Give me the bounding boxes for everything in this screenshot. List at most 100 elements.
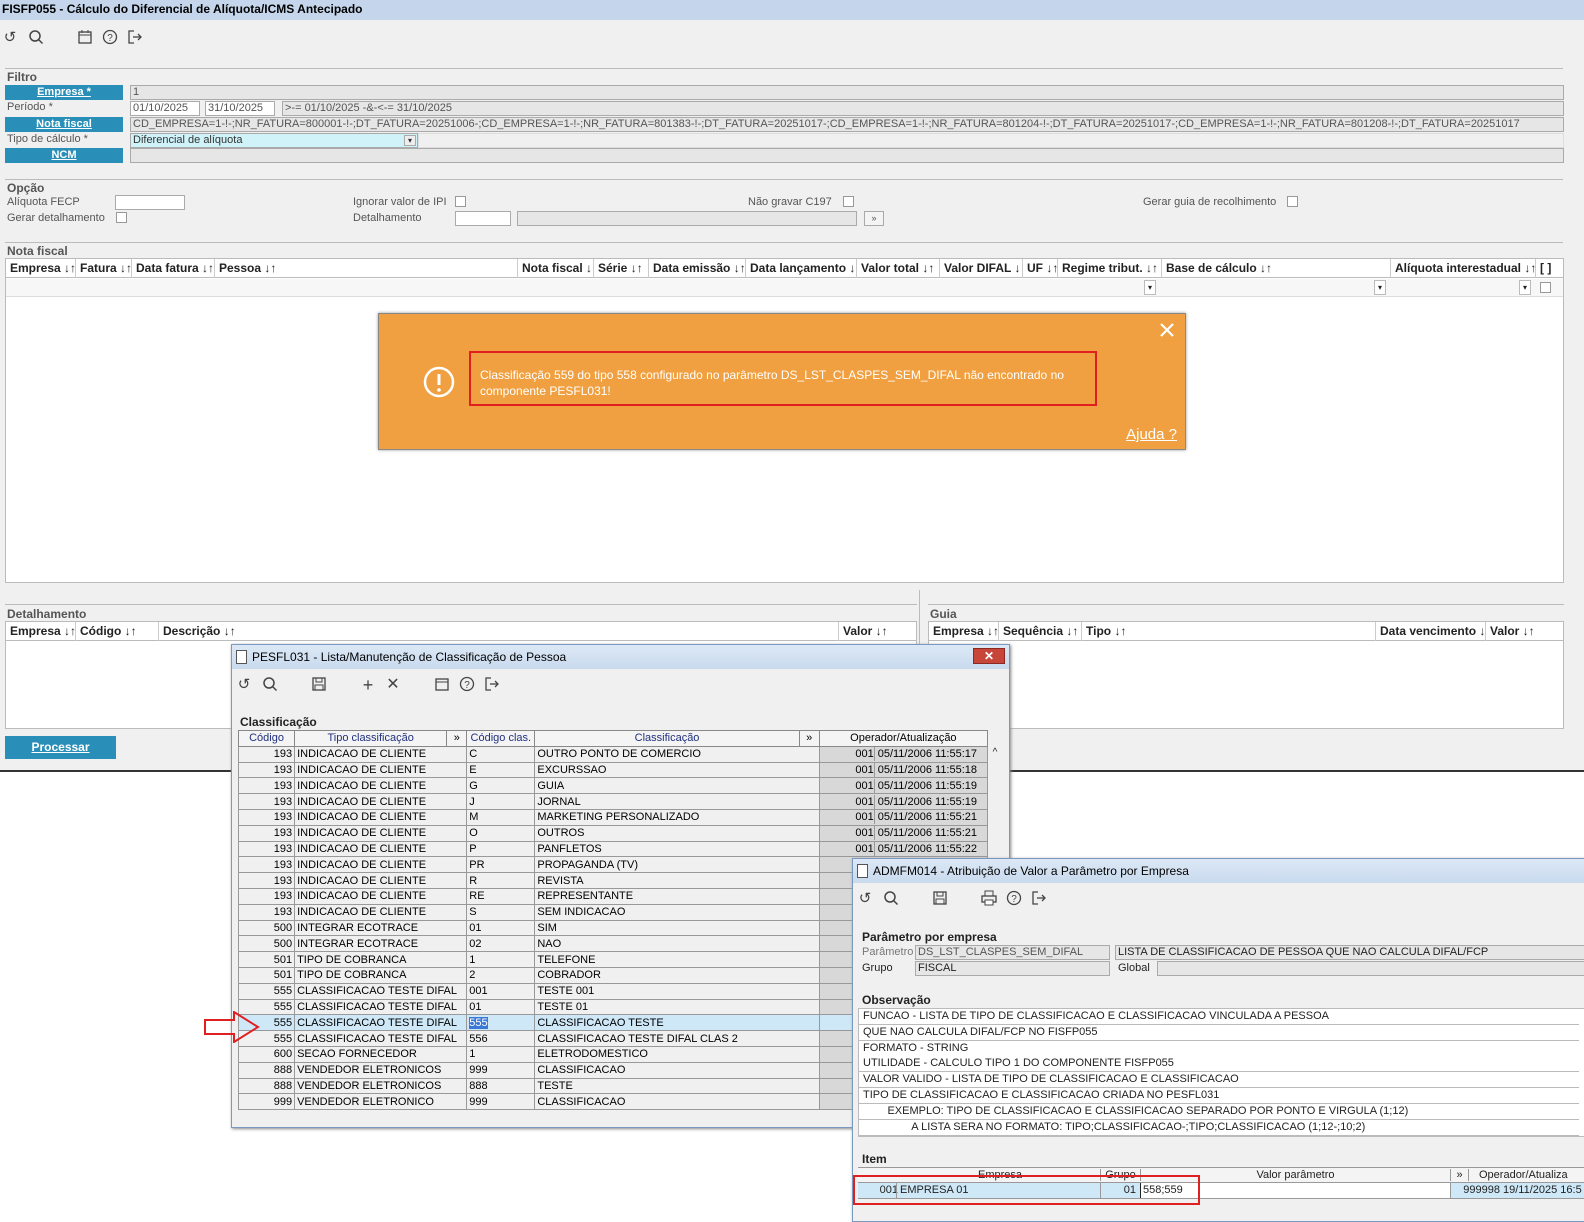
help-icon[interactable]: ? xyxy=(1005,890,1023,908)
col-codigo[interactable]: Código ↓↑ xyxy=(76,622,159,641)
close-button[interactable]: ✕ xyxy=(973,648,1005,664)
refresh-icon[interactable]: ↺ xyxy=(1,29,19,47)
processar-button[interactable]: Processar xyxy=(5,736,116,759)
chevron-down-icon[interactable]: ▾ xyxy=(1144,280,1156,295)
col-codigo[interactable]: Código xyxy=(237,730,296,747)
col-operador[interactable]: Operador/Atualiza xyxy=(1468,1169,1584,1181)
grupo-field[interactable]: FISCAL xyxy=(915,961,1110,976)
periodo-inicio-field[interactable]: 01/10/2025 xyxy=(130,101,200,116)
expand-icon[interactable]: » xyxy=(1450,1169,1468,1181)
col-sequencia[interactable]: Sequência ↓↑ xyxy=(999,622,1082,641)
add-icon[interactable]: + xyxy=(359,676,377,694)
col-base-calculo[interactable]: Base de cálculo ↓↑ xyxy=(1162,259,1391,278)
col-empresa[interactable]: Empresa ↓↑ xyxy=(929,622,999,641)
print-icon[interactable] xyxy=(980,890,998,908)
expand-icon[interactable]: » xyxy=(446,730,468,747)
delete-icon[interactable]: ✕ xyxy=(384,676,402,694)
tipo-calculo-select[interactable]: Diferencial de alíquota ▾ xyxy=(130,133,418,148)
select-all-checkbox[interactable] xyxy=(1540,282,1551,293)
cell-classificacao: REVISTA xyxy=(534,872,820,889)
table-row[interactable]: 193 INDICACAO DE CLIENTE C OUTRO PONTO DE C… xyxy=(237,745,989,763)
nota-fiscal-field[interactable]: CD_EMPRESA=1-!-;NR_FATURA=800001-!-;DT_F… xyxy=(130,117,1564,132)
table-row[interactable]: 193 INDICACAO DE CLIENTE P PANFLETOS 001 05/1… xyxy=(237,840,989,858)
ncm-field[interactable] xyxy=(130,148,1564,163)
cell-operador-date: 05/11/2006 11:55:19 xyxy=(873,794,977,809)
col-data-vencimento[interactable]: Data vencimento ↓↑ xyxy=(1376,622,1486,641)
help-link[interactable]: Ajuda ? xyxy=(1126,426,1177,443)
col-data-emissao[interactable]: Data emissão ↓↑ xyxy=(649,259,746,278)
expand-icon[interactable]: » xyxy=(798,730,820,747)
col-valor[interactable]: Valor ↓↑ xyxy=(839,622,916,641)
table-row[interactable]: 193 INDICACAO DE CLIENTE E EXCURSSAO 001 05/1… xyxy=(237,761,989,779)
cell-tipo-classificacao: INDICACAO DE CLIENTE xyxy=(294,903,468,921)
col-pessoa[interactable]: Pessoa ↓↑ xyxy=(215,259,518,278)
col-uf[interactable]: UF ↓↑ xyxy=(1023,259,1058,278)
col-select-all[interactable]: [ ] xyxy=(1536,259,1564,278)
col-aliquota-interestadual[interactable]: Alíquota interestadual ↓↑ xyxy=(1391,259,1536,278)
empresa-label-button[interactable]: Empresa * xyxy=(5,85,123,100)
gerar-detalhamento-checkbox[interactable] xyxy=(116,212,127,223)
aliquota-fecp-input[interactable] xyxy=(115,195,185,210)
search-icon[interactable] xyxy=(27,29,45,47)
help-icon[interactable]: ? xyxy=(101,29,119,47)
col-classificacao[interactable]: Classificação xyxy=(534,730,800,747)
col-empresa[interactable]: Empresa ↓↑ xyxy=(6,622,76,641)
exit-icon[interactable] xyxy=(1030,890,1048,908)
cell-classificacao: NAO xyxy=(534,935,820,953)
exit-icon[interactable] xyxy=(126,29,144,47)
save-icon[interactable] xyxy=(310,676,328,694)
exit-icon[interactable] xyxy=(483,676,501,694)
close-icon[interactable] xyxy=(1159,322,1175,338)
col-tipo[interactable]: Tipo ↓↑ xyxy=(1082,622,1376,641)
table-row[interactable]: 193 INDICACAO DE CLIENTE G GUIA 001 05/11/200… xyxy=(237,777,989,795)
save-icon[interactable] xyxy=(931,890,949,908)
col-tipo-classificacao[interactable]: Tipo classificação xyxy=(294,730,448,747)
col-fatura[interactable]: Fatura ↓↑ xyxy=(76,259,132,278)
cell-codigo-clas: R xyxy=(466,872,536,889)
parametro-field[interactable]: DS_LST_CLASPES_SEM_DIFAL xyxy=(915,945,1110,960)
col-data-fatura[interactable]: Data fatura ↓↑ xyxy=(132,259,215,278)
cell-codigo: 193 xyxy=(237,745,296,763)
cell-operador-date: 05/11/2006 11:55:19 xyxy=(873,778,977,793)
search-icon[interactable] xyxy=(261,676,279,694)
col-operador[interactable]: Operador/Atualização xyxy=(818,730,989,747)
nota-fiscal-label-button[interactable]: Nota fiscal xyxy=(5,117,123,132)
refresh-icon[interactable]: ↺ xyxy=(856,890,874,908)
col-valor-difal[interactable]: Valor DIFAL ↓↑ xyxy=(940,259,1023,278)
table-row[interactable]: 193 INDICACAO DE CLIENTE O OUTROS 001 05/11/2… xyxy=(237,824,989,842)
svg-text:?: ? xyxy=(1011,894,1017,905)
cell-codigo: 193 xyxy=(237,887,296,905)
nao-gravar-checkbox[interactable] xyxy=(843,196,854,207)
col-descricao[interactable]: Descrição ↓↑ xyxy=(159,622,839,641)
item-operador: 999998 xyxy=(1450,1183,1500,1198)
help-icon[interactable]: ? xyxy=(458,676,476,694)
calendar-icon[interactable] xyxy=(433,676,451,694)
gerar-guia-checkbox[interactable] xyxy=(1287,196,1298,207)
chevron-down-icon[interactable]: ▾ xyxy=(1374,280,1386,295)
ignorar-ipi-checkbox[interactable] xyxy=(455,196,466,207)
global-field[interactable] xyxy=(1157,961,1584,976)
col-nota-fiscal[interactable]: Nota fiscal ↓↑ xyxy=(518,259,594,278)
table-row[interactable]: 193 INDICACAO DE CLIENTE M MARKETING PERSON… xyxy=(237,808,989,826)
detalhamento-input[interactable] xyxy=(455,211,511,226)
lookup-icon[interactable]: » xyxy=(864,211,884,226)
chevron-down-icon[interactable]: ▾ xyxy=(1519,280,1531,295)
col-valor[interactable]: Valor ↓↑ xyxy=(1486,622,1563,641)
search-icon[interactable] xyxy=(882,890,900,908)
calendar-icon[interactable] xyxy=(76,29,94,47)
col-regime[interactable]: Regime tribut. ↓↑ xyxy=(1058,259,1162,278)
col-valor-total[interactable]: Valor total ↓↑ xyxy=(857,259,940,278)
ncm-label-button[interactable]: NCM xyxy=(5,148,123,163)
col-empresa[interactable]: Empresa ↓↑ xyxy=(6,259,76,278)
cell-classificacao: SIM xyxy=(534,919,820,937)
col-data-lancamento[interactable]: Data lançamento ↓↑ xyxy=(746,259,857,278)
refresh-icon[interactable]: ↺ xyxy=(235,676,253,694)
chevron-down-icon[interactable]: ▾ xyxy=(404,135,416,146)
periodo-fim-field[interactable]: 31/10/2025 xyxy=(205,101,275,116)
empresa-field[interactable]: 1 xyxy=(130,85,1564,100)
scroll-up-icon[interactable]: ^ xyxy=(988,747,1002,761)
col-serie[interactable]: Série ↓↑ xyxy=(594,259,649,278)
observacao-box[interactable]: FUNCAO - LISTA DE TIPO DE CLASSIFICACAO … xyxy=(858,1008,1584,1137)
col-codigo-clas[interactable]: Código clas. xyxy=(466,730,536,747)
table-row[interactable]: 193 INDICACAO DE CLIENTE J JORNAL 001 05/11/2… xyxy=(237,793,989,810)
